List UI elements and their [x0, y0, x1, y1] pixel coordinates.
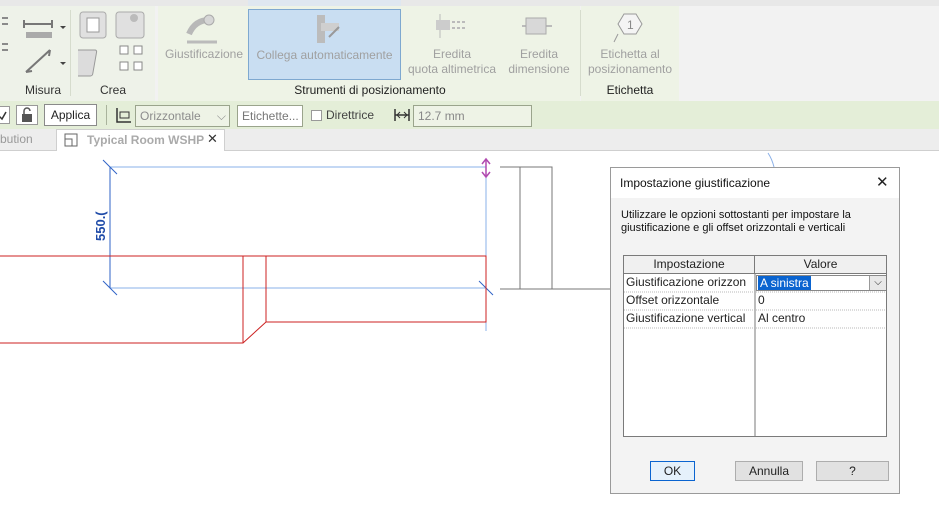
inherit-elevation-label-2: quota altimetrica: [407, 62, 497, 76]
options-bar: Applica Orizzontale ⌵ Etichette... Diret…: [0, 101, 939, 129]
group-label-etichetta: Etichetta: [606, 83, 654, 97]
create-assembly-icon[interactable]: [66, 10, 150, 83]
justification-dialog: Impostazione giustificazione ✕ Utilizzar…: [610, 167, 900, 494]
aligned-dimension-icon[interactable]: [22, 14, 66, 47]
dialog-titlebar: Impostazione giustificazione ✕: [611, 168, 899, 198]
tag-placement-label-1: Etichetta al: [600, 47, 660, 61]
length-icon: [393, 108, 411, 125]
view-tab-bar: bution Typical Room WSHP ✕: [0, 129, 939, 151]
orientation-icon: [114, 106, 134, 127]
inherit-size-label-2: dimensione: [508, 62, 570, 76]
ok-button[interactable]: OK: [650, 461, 695, 481]
dialog-title: Impostazione giustificazione: [620, 176, 771, 190]
tab-title: Typical Room WSHP: [87, 133, 205, 147]
group-label-crea: Crea: [99, 83, 126, 97]
measure-icon[interactable]: [22, 46, 66, 79]
dialog-description: Utilizzare le opzioni sottostanti per im…: [621, 209, 851, 234]
svg-text:1: 1: [627, 18, 634, 32]
equipment-element[interactable]: [500, 166, 612, 290]
inherit-size-label-1: Eredita: [519, 47, 559, 61]
temporary-dimension[interactable]: [102, 159, 494, 331]
tag-placement-label-2: posizionamento: [587, 62, 673, 76]
lock-icon: [22, 107, 32, 122]
orientation-value: Orizzontale: [140, 109, 201, 123]
cancel-button[interactable]: Annulla: [735, 461, 803, 481]
grid-lines: [624, 274, 886, 436]
orientation-select[interactable]: Orizzontale ⌵: [135, 105, 230, 127]
leader-label: Direttrice: [326, 108, 375, 122]
help-button[interactable]: ?: [816, 461, 889, 481]
inherit-elevation-label-1: Eredita: [432, 47, 472, 61]
snap-icon[interactable]: [0, 14, 12, 57]
checkmark-icon: [0, 111, 7, 121]
separator: [70, 10, 71, 96]
floor-plan-icon: [64, 133, 78, 147]
tab-distribution[interactable]: bution: [0, 129, 56, 150]
drag-handle-icon[interactable]: [481, 157, 491, 179]
dimension-value[interactable]: 550.(: [93, 211, 108, 241]
justification-icon[interactable]: [185, 12, 221, 49]
apply-button[interactable]: Applica: [44, 104, 97, 126]
leader-checkbox[interactable]: [311, 110, 322, 121]
ribbon: Misura Crea Giustificazione Collega auto…: [0, 0, 939, 101]
group-label-misura: Misura: [24, 83, 61, 97]
length-field[interactable]: 12.7 mm: [413, 105, 532, 127]
duct-element[interactable]: [0, 255, 487, 344]
separator: [106, 105, 107, 125]
inherit-size-icon[interactable]: [520, 14, 556, 45]
close-icon[interactable]: ✕: [876, 173, 889, 191]
chevron-down-icon: ⌵: [216, 109, 226, 123]
tab-typical-room[interactable]: Typical Room WSHP ✕: [56, 129, 225, 151]
tag-placement-icon[interactable]: 1: [610, 10, 646, 47]
auto-connect-icon: [307, 13, 343, 50]
group-label-strumenti: Strumenti di posizionamento: [294, 83, 446, 97]
justification-label: Giustificazione: [164, 47, 244, 61]
tags-button[interactable]: Etichette...: [237, 105, 303, 127]
auto-connect-button[interactable]: Collega automaticamente: [248, 9, 401, 80]
lock-button[interactable]: [16, 105, 38, 125]
close-icon[interactable]: ✕: [207, 131, 218, 147]
canvas-arc: [767, 152, 775, 168]
auto-connect-label: Collega automaticamente: [256, 48, 393, 62]
checkmark-button[interactable]: [0, 106, 10, 124]
properties-grid: Impostazione Valore Giustificazione oriz…: [623, 255, 887, 437]
inherit-elevation-icon[interactable]: [434, 12, 470, 43]
